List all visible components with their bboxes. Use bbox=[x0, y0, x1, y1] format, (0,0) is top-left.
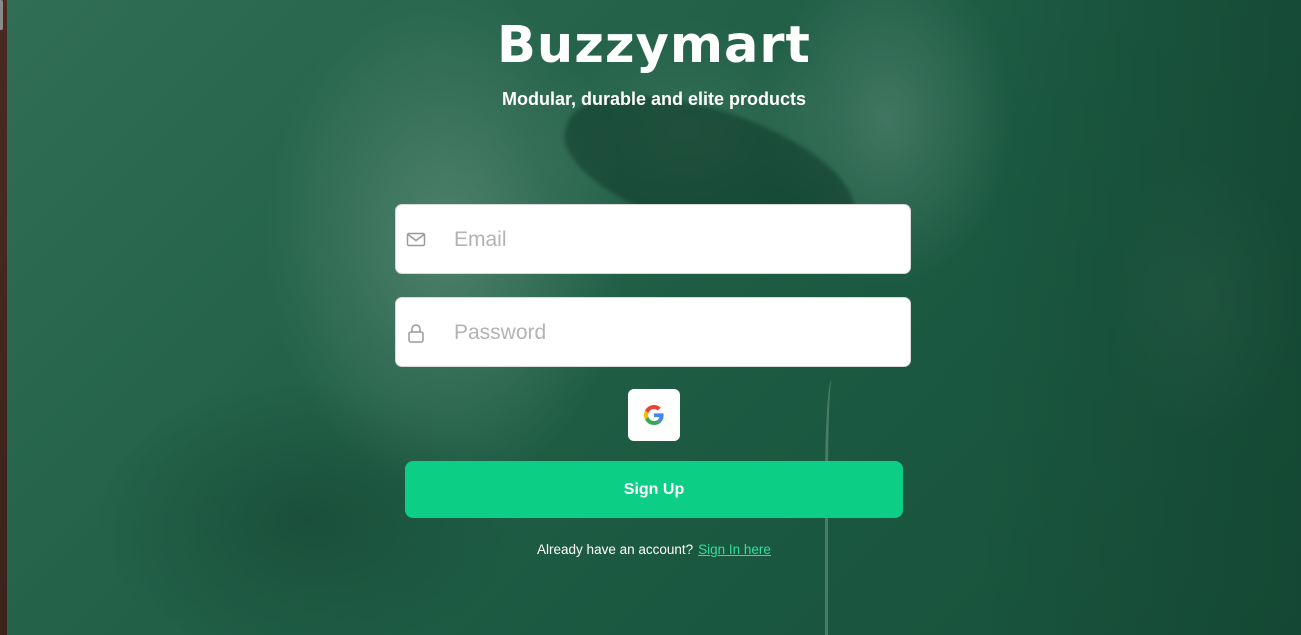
email-input[interactable] bbox=[452, 205, 896, 275]
lock-icon bbox=[406, 323, 426, 343]
password-field[interactable] bbox=[395, 297, 911, 368]
brand-title: Buzzymart bbox=[497, 16, 811, 75]
sign-in-link[interactable]: Sign In here bbox=[698, 542, 771, 557]
signin-prompt-text: Already have an account? bbox=[537, 542, 694, 557]
mail-icon bbox=[406, 230, 426, 250]
password-input[interactable] bbox=[452, 298, 896, 368]
brand-tagline: Modular, durable and elite products bbox=[501, 89, 807, 109]
google-signin-button[interactable] bbox=[628, 389, 680, 441]
email-field[interactable] bbox=[395, 204, 911, 275]
sign-up-button[interactable]: Sign Up bbox=[405, 461, 903, 518]
signup-page: Buzzymart Modular, durable and elite pro… bbox=[0, 0, 1301, 635]
signin-prompt-row: Already have an account? Sign In here bbox=[0, 542, 1301, 557]
google-icon bbox=[644, 405, 664, 425]
signup-content: Buzzymart Modular, durable and elite pro… bbox=[0, 0, 1301, 635]
